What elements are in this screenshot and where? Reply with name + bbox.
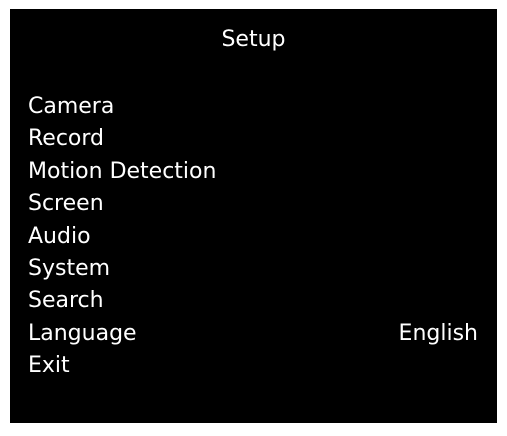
menu-item-label: Audio [28,223,91,249]
menu-item-exit[interactable]: Exit [28,350,483,382]
setup-menu-screen: Setup Camera Record Motion Detection Scr… [10,9,497,423]
menu-item-language[interactable]: Language English [28,318,483,350]
menu-item-motion-detection[interactable]: Motion Detection [28,156,483,188]
language-value[interactable]: English [399,318,483,350]
menu-item-label: Motion Detection [28,158,217,184]
menu-item-system[interactable]: System [28,253,483,285]
menu-item-audio[interactable]: Audio [28,221,483,253]
menu-item-label: Screen [28,191,104,217]
menu-item-label: System [28,255,111,281]
menu-item-label: Record [28,126,105,152]
menu-item-label: Language [28,320,137,346]
menu-item-label: Search [28,288,104,314]
setup-menu-list: Camera Record Motion Detection Screen Au… [28,91,483,383]
menu-item-camera[interactable]: Camera [28,91,483,123]
menu-item-label: Camera [28,94,115,119]
menu-item-record[interactable]: Record [28,123,483,155]
menu-item-label: Exit [28,353,70,379]
page-title: Setup [221,27,286,52]
menu-item-search[interactable]: Search [28,285,483,317]
menu-item-screen[interactable]: Screen [28,188,483,220]
